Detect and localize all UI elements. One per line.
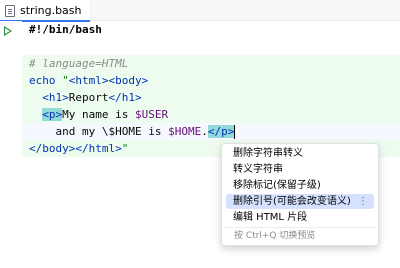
- code-line-6: <p>My name is $USER: [22, 106, 400, 123]
- code-line-1: #!/bin/bash: [22, 21, 400, 38]
- h1-close-tag: </h1>: [108, 91, 142, 104]
- html-close-tag: </html>: [75, 142, 122, 155]
- menu-item-remove-quotes-label: 删除引号(可能会改变语义): [233, 196, 351, 207]
- p-text-1: My name is: [62, 108, 135, 121]
- open-quote: ": [62, 74, 69, 87]
- h1-open-tag: <h1>: [42, 91, 69, 104]
- period-text: .: [201, 125, 208, 138]
- gutter: [0, 21, 22, 268]
- code-line-5: <h1>Report</h1>: [22, 89, 400, 106]
- menu-item-remove-escapes[interactable]: 删除字符串转义: [226, 146, 374, 161]
- editor-tab-bar: string.bash: [0, 0, 400, 22]
- code-line-7: and my \$HOME is $HOME.</p>: [22, 123, 400, 140]
- text-caret: [234, 125, 236, 139]
- tab-string-bash[interactable]: string.bash: [0, 0, 91, 22]
- intention-actions-popup: 删除字符串转义 转义字符串 移除标记(保留子级) 删除引号(可能会改变语义) ⋮ …: [221, 143, 379, 246]
- body-open-tag: <body>: [108, 74, 149, 87]
- h1-text: Report: [68, 91, 109, 104]
- preview-hint: 按 Ctrl+Q 切换预览: [223, 227, 377, 244]
- file-icon: [5, 4, 15, 17]
- code-line-4: echo "<html><body>: [22, 72, 400, 89]
- menu-item-escape-string[interactable]: 转义字符串: [226, 162, 374, 177]
- shebang: #!/bin/bash: [29, 23, 102, 36]
- p-text-2: and my \$HOME is: [55, 125, 169, 138]
- home-variable: $HOME: [168, 125, 202, 138]
- echo-keyword: echo: [29, 74, 56, 87]
- user-variable: $USER: [134, 108, 169, 121]
- code-line-3: # language=HTML: [22, 55, 400, 72]
- run-icon[interactable]: [4, 26, 12, 36]
- more-options-icon[interactable]: ⋮: [358, 194, 368, 209]
- p-close-tag: </p>: [207, 125, 235, 138]
- language-comment: # language=HTML: [29, 57, 129, 70]
- tab-label: string.bash: [20, 4, 82, 17]
- p-open-tag: <p>: [42, 108, 63, 121]
- body-close-tag: </body>: [29, 142, 76, 155]
- menu-item-remove-tag[interactable]: 移除标记(保留子级): [226, 178, 374, 193]
- menu-item-remove-quotes[interactable]: 删除引号(可能会改变语义) ⋮: [226, 194, 374, 209]
- close-quote: ": [121, 142, 129, 155]
- menu-item-edit-html-fragment[interactable]: 编辑 HTML 片段: [226, 210, 374, 225]
- html-open-tag: <html>: [68, 74, 109, 87]
